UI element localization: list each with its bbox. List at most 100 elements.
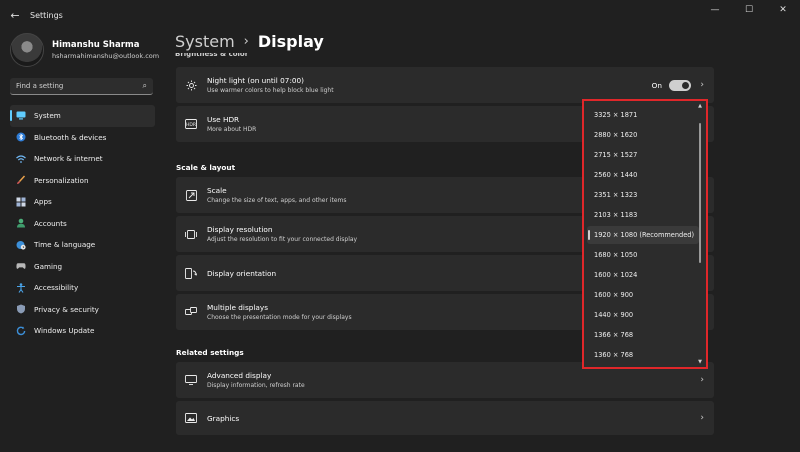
sidebar-item-gaming[interactable]: Gaming — [10, 256, 155, 278]
resolution-option[interactable]: 1680 × 1050 — [587, 246, 699, 264]
sidebar-nav: System Bluetooth & devices Network & int… — [10, 105, 155, 342]
resolution-option[interactable]: 1366 × 768 — [587, 326, 699, 344]
sidebar-item-label: Accounts — [34, 218, 67, 228]
card-night-light[interactable]: Night light (on until 07:00) Use warmer … — [176, 67, 714, 103]
sidebar-item-label: Gaming — [34, 261, 63, 271]
sidebar-item-windows-update[interactable]: Windows Update — [10, 320, 155, 342]
sidebar-item-label: System — [34, 111, 61, 121]
card-title: Night light (on until 07:00) — [207, 76, 305, 85]
card-title: Multiple displays — [207, 303, 269, 312]
card-subtitle: Choose the presentation mode for your di… — [207, 314, 352, 321]
sidebar-item-personalization[interactable]: Personalization — [10, 170, 155, 192]
shield-icon — [16, 304, 26, 314]
card-subtitle: Change the size of text, apps, and other… — [207, 197, 347, 204]
section-title-brightness: Brightness & color — [175, 53, 249, 58]
scroll-up-arrow-icon[interactable]: ▲ — [697, 103, 703, 109]
card-title: Graphics — [207, 413, 240, 423]
sidebar-item-label: Time & language — [34, 240, 96, 250]
sidebar-item-network[interactable]: Network & internet — [10, 148, 155, 170]
sidebar-item-accessibility[interactable]: Accessibility — [10, 277, 155, 299]
breadcrumb: System › Display — [175, 32, 324, 51]
profile-name: Himanshu Sharma — [52, 40, 140, 50]
section-title-related-settings: Related settings — [176, 348, 244, 357]
bluetooth-icon — [16, 132, 26, 142]
sidebar-item-label: Privacy & security — [34, 304, 99, 314]
sidebar-item-privacy-security[interactable]: Privacy & security — [10, 299, 155, 321]
monitor-icon — [16, 111, 26, 121]
scroll-thumb[interactable] — [699, 123, 701, 263]
sidebar-item-time-language[interactable]: Time & language — [10, 234, 155, 256]
brush-icon — [16, 175, 26, 185]
graphics-icon — [185, 412, 197, 424]
page-title: Display — [257, 32, 324, 51]
card-graphics[interactable]: Graphics › — [176, 401, 714, 435]
card-title: Display resolution — [207, 225, 273, 234]
breadcrumb-separator: › — [243, 34, 249, 49]
close-button[interactable]: ✕ — [766, 0, 800, 24]
card-subtitle: Adjust the resolution to fit your connec… — [207, 236, 358, 243]
resolution-option[interactable]: 1600 × 900 — [587, 286, 699, 304]
resolution-option[interactable]: 2715 × 1527 — [587, 146, 699, 164]
resolution-option[interactable]: 3325 × 1871 — [587, 106, 699, 124]
sidebar-item-label: Personalization — [34, 175, 89, 185]
sidebar-item-accounts[interactable]: Accounts — [10, 213, 155, 235]
accessibility-icon — [16, 283, 26, 293]
back-arrow-icon[interactable]: ← — [0, 9, 30, 22]
brightness-icon — [185, 79, 197, 91]
window-controls: — ☐ ✕ — [698, 0, 800, 24]
resolution-option[interactable]: 1360 × 768 — [587, 346, 699, 364]
sidebar-item-label: Accessibility — [34, 283, 79, 293]
resolution-option[interactable]: 2103 × 1183 — [587, 206, 699, 224]
orientation-icon — [185, 267, 197, 279]
chevron-right-icon[interactable]: › — [700, 413, 704, 423]
avatar — [10, 33, 44, 67]
chevron-right-icon[interactable]: › — [700, 80, 704, 90]
sidebar-item-bluetooth[interactable]: Bluetooth & devices — [10, 127, 155, 149]
scroll-down-arrow-icon[interactable]: ▼ — [697, 359, 703, 365]
sidebar-item-label: Network & internet — [34, 154, 103, 164]
sidebar-item-system[interactable]: System — [10, 105, 155, 127]
window-title: Settings — [30, 10, 63, 20]
sidebar-item-label: Bluetooth & devices — [34, 132, 107, 142]
resolution-option[interactable]: 1440 × 900 — [587, 306, 699, 324]
dropdown-scrollbar[interactable]: ▲ ▼ — [697, 103, 703, 365]
breadcrumb-system[interactable]: System — [175, 32, 235, 51]
update-icon — [16, 326, 26, 336]
sidebar-item-label: Windows Update — [34, 326, 95, 336]
scale-icon — [185, 189, 197, 201]
card-subtitle: Display information, refresh rate — [207, 382, 305, 389]
night-light-toggle[interactable] — [669, 79, 691, 91]
gamepad-icon — [16, 261, 26, 271]
user-profile[interactable]: Himanshu Sharma hsharmahimanshu@outlook.… — [10, 33, 159, 67]
card-title: Use HDR — [207, 115, 240, 124]
wifi-icon — [16, 154, 26, 164]
minimize-button[interactable]: — — [698, 0, 732, 24]
resolution-option[interactable]: 1600 × 1024 — [587, 266, 699, 284]
card-title: Advanced display — [207, 371, 272, 380]
hdr-icon: HDR — [185, 118, 197, 130]
resolution-dropdown[interactable]: 3325 × 1871 2880 × 1620 2715 × 1527 2560 × … — [582, 99, 708, 369]
card-title: Display orientation — [207, 268, 277, 278]
resolution-option[interactable]: 1920 × 1080 (Recommended) — [587, 226, 699, 244]
apps-icon — [16, 197, 26, 207]
multiple-displays-icon — [185, 306, 197, 318]
resolution-option[interactable]: 2351 × 1323 — [587, 186, 699, 204]
card-subtitle[interactable]: More about HDR — [207, 126, 256, 133]
maximize-button[interactable]: ☐ — [732, 0, 766, 24]
person-icon — [16, 218, 26, 228]
search-input[interactable] — [16, 82, 143, 90]
chevron-right-icon[interactable]: › — [700, 375, 704, 385]
resolution-option[interactable]: 2880 × 1620 — [587, 126, 699, 144]
card-title: Scale — [207, 186, 227, 195]
sidebar: Himanshu Sharma hsharmahimanshu@outlook.… — [0, 30, 164, 452]
sidebar-item-apps[interactable]: Apps — [10, 191, 155, 213]
svg-text:HDR: HDR — [186, 122, 196, 128]
card-subtitle: Use warmer colors to help block blue lig… — [207, 87, 334, 94]
search-box[interactable]: ⌕ — [10, 78, 153, 95]
profile-email: hsharmahimanshu@outlook.com — [52, 52, 160, 60]
resolution-icon — [185, 228, 197, 240]
title-bar: ← Settings — [0, 0, 800, 30]
toggle-state-label: On — [651, 80, 662, 90]
resolution-option[interactable]: 2560 × 1440 — [587, 166, 699, 184]
search-icon[interactable]: ⌕ — [143, 81, 147, 91]
